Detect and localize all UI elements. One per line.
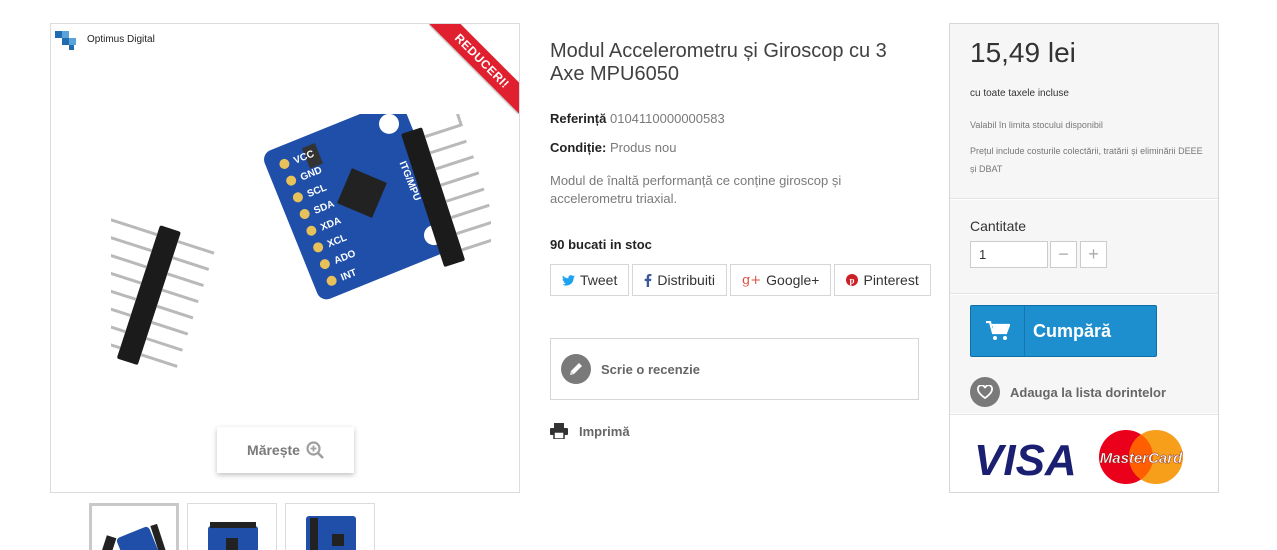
purchase-panel: 15,49 lei cu toate taxele incluse Valabi… [949, 23, 1219, 493]
thumbnail-strip [89, 503, 375, 550]
add-to-wishlist-label: Adauga la lista dorintelor [1010, 384, 1167, 400]
svg-text:p: p [850, 275, 855, 285]
share-pinterest-label: Pinterest [863, 272, 919, 288]
zoom-button[interactable]: Mărește [217, 427, 354, 473]
shopping-cart-icon [971, 306, 1025, 356]
quantity-increase-button[interactable]: + [1080, 241, 1107, 268]
thumbnail-image [97, 523, 170, 550]
share-twitter-label: Tweet [580, 272, 618, 288]
sale-ribbon-label: REDUCERI! [429, 24, 519, 114]
thumbnail[interactable] [89, 503, 179, 550]
payment-cards: VISA MasterCard [950, 414, 1218, 493]
zoom-in-icon [306, 441, 324, 459]
price-section: 15,49 lei cu toate taxele incluse Valabi… [950, 24, 1218, 199]
share-twitter-button[interactable]: Tweet [550, 264, 630, 296]
write-review-label: Scrie o recenzie [601, 361, 700, 377]
twitter-icon [562, 274, 575, 286]
write-review-button[interactable]: Scrie o recenzie [550, 338, 919, 400]
availability-note: Valabil în limita stocului disponibil [970, 120, 1103, 130]
add-to-wishlist-button[interactable]: Adauga la lista dorintelor [970, 377, 1166, 407]
product-photo: VCC GND SCL SDA XDA XCL ADO INT ITG/MPU [111, 114, 491, 368]
reference-value: 0104110000000583 [609, 111, 725, 126]
print-label: Imprimă [579, 423, 630, 439]
quantity-label: Cantitate [970, 218, 1027, 234]
pinterest-icon: p [846, 274, 859, 286]
product-condition: Condiție: Produs nou [550, 140, 676, 155]
tax-note: cu toate taxele incluse [970, 88, 1069, 99]
sale-ribbon: REDUCERI! [429, 24, 519, 114]
printer-icon [550, 423, 568, 439]
google-plus-icon: g+ [741, 272, 762, 288]
quantity-input[interactable] [970, 241, 1048, 268]
thumbnail[interactable] [187, 503, 277, 550]
mastercard-label: MasterCard [1100, 450, 1183, 467]
zoom-label: Mărește [247, 442, 300, 458]
condition-value: Produs nou [609, 140, 677, 155]
mastercard-logo: MasterCard [1099, 430, 1183, 484]
product-title: Modul Accelerometru și Giroscop cu 3 Axe… [550, 40, 887, 85]
share-pinterest-button[interactable]: p Pinterest [834, 264, 931, 296]
brand-name: Optimus Digital [87, 33, 155, 45]
stock-status: 90 bucati in stoc [550, 237, 652, 252]
quantity-decrease-button[interactable]: − [1050, 241, 1077, 268]
quantity-section: Cantitate − + [950, 200, 1218, 294]
thumbnail-image [208, 522, 258, 550]
deee-note: Prețul include costurile colectării, tra… [970, 146, 1203, 174]
pencil-icon [561, 354, 591, 384]
share-facebook-button[interactable]: Distribuiti [632, 264, 727, 296]
brand-logo: Optimus Digital [55, 28, 155, 50]
thumbnail-image [306, 516, 356, 550]
product-description: Modul de înaltă performanță ce conține g… [550, 173, 842, 206]
share-facebook-label: Distribuiti [657, 272, 715, 288]
heart-icon [970, 377, 1000, 407]
product-price: 15,49 lei [970, 37, 1076, 68]
brand-logo-mark [55, 28, 81, 50]
share-google-plus-button[interactable]: g+ Google+ [729, 264, 832, 296]
condition-label: Condiție: [550, 140, 607, 155]
left-pin-header [111, 217, 215, 368]
reference-label: Referință [550, 111, 607, 126]
visa-logo: VISA [974, 436, 1077, 485]
cart-section: Cumpără Adauga la lista dorintelor [950, 295, 1218, 413]
thumbnail[interactable] [285, 503, 375, 550]
product-reference: Referință 0104110000000583 [550, 111, 725, 126]
print-button[interactable]: Imprimă [550, 423, 630, 439]
share-google-plus-label: Google+ [766, 272, 820, 288]
product-image-box[interactable]: Optimus Digital REDUCERI! VCC GND SCL SD… [50, 23, 520, 493]
add-to-cart-button[interactable]: Cumpără [970, 305, 1157, 357]
social-share-bar: Tweet Distribuiti g+ Google+ p Pinterest [550, 264, 931, 296]
add-to-cart-label: Cumpără [1033, 320, 1112, 341]
payment-logos: VISA MasterCard [974, 430, 1183, 485]
facebook-icon [645, 273, 652, 287]
